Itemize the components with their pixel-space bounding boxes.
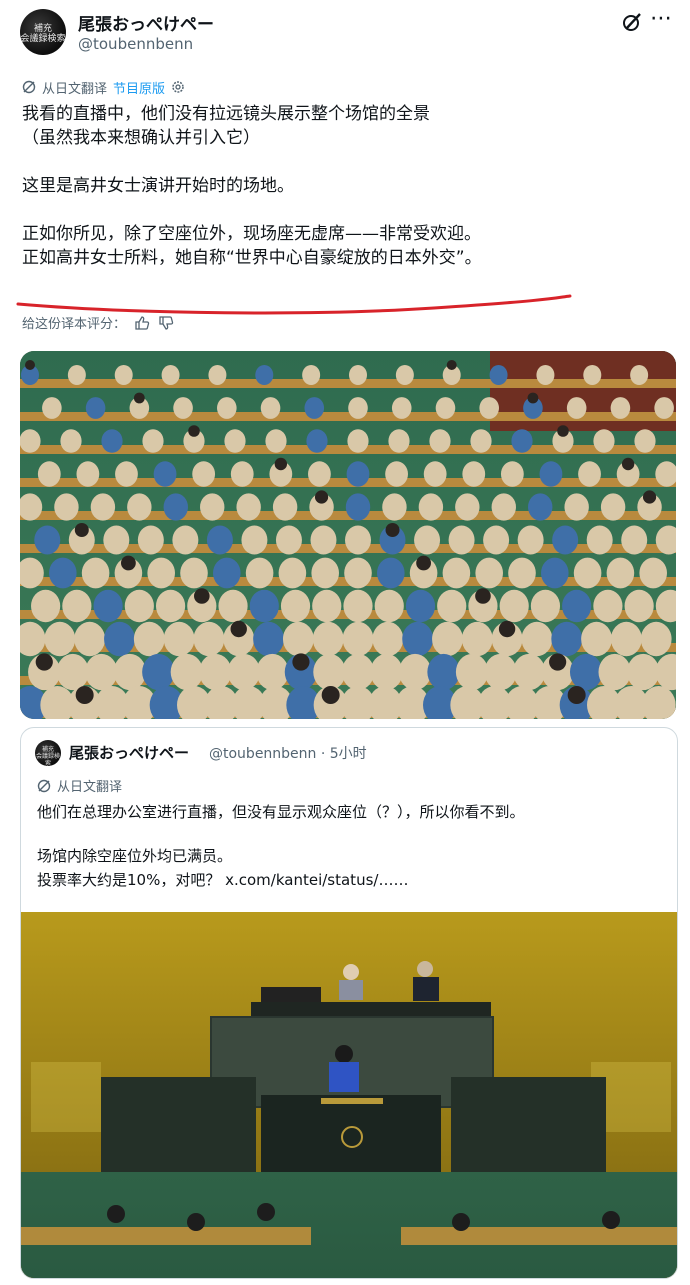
quoted-avatar[interactable]: 補充 会議録検索 — [35, 740, 61, 766]
assembly-hall-image — [20, 351, 676, 719]
quoted-avatar-text: 補充 会議録検索 — [35, 746, 60, 766]
post-line: 我看的直播中，他们没有拉远镜头展示整个场馆的全景 — [22, 104, 430, 124]
quoted-post[interactable]: 補充 会議録検索 尾張おっぺけペー @toubennbenn · 5小时 从日文… — [20, 727, 678, 1279]
quoted-line: 场馆内除空座位外均已满员。 — [37, 847, 233, 865]
post-line: 正如你所见，除了空座位外，现场座无虚席——非常受欢迎。 — [22, 224, 481, 244]
post-body: 我看的直播中，他们没有拉远镜头展示整个场馆的全景 （虽然我本来想确认并引入它） … — [22, 102, 662, 270]
assembly-hall-photo[interactable] — [20, 351, 676, 719]
thumbs-down-icon[interactable] — [158, 315, 174, 331]
edit-icon[interactable] — [620, 10, 644, 34]
author-name[interactable]: 尾張おっぺけペー — [78, 10, 214, 35]
avatar[interactable]: 補充 会議録検索 — [20, 9, 66, 55]
post-header: 補充 会議録検索 尾張おっぺけペー @toubennbenn ⋯ — [0, 0, 690, 70]
translate-icon — [22, 80, 36, 94]
quoted-translation-label: 从日文翻译 — [57, 780, 123, 795]
gear-icon[interactable] — [171, 80, 185, 94]
avatar-text: 補充 会議録検索 — [20, 24, 66, 44]
post-line: 正如高井女士所料，她自称“世界中心自豪绽放的日本外交”。 — [22, 248, 482, 268]
thumbs-up-icon[interactable] — [134, 315, 150, 331]
translation-label: 从日文翻译 — [42, 81, 108, 97]
quoted-author-name[interactable]: 尾張おっぺけペー — [69, 742, 189, 763]
more-icon[interactable]: ⋯ — [650, 8, 676, 34]
author-handle[interactable]: @toubennbenn — [78, 35, 193, 53]
original-link[interactable]: 节目原版 — [113, 78, 165, 97]
quoted-line: 投票率大约是10%，对吧？ x.com/kantei/status/…… — [37, 871, 409, 889]
podium-photo[interactable] — [21, 912, 677, 1278]
translate-icon — [37, 779, 51, 792]
podium-image — [21, 912, 677, 1278]
post-line: 这里是高井女士演讲开始时的场地。 — [22, 176, 294, 196]
quoted-translation-row: 从日文翻译 — [37, 776, 122, 795]
quoted-line: 他们在总理办公室进行直播，但没有显示观众座位（？），所以你看不到。 — [37, 803, 525, 821]
quoted-body: 他们在总理办公室进行直播，但没有显示观众座位（？），所以你看不到。 场馆内除空座… — [37, 800, 657, 892]
post-line: （虽然我本来想确认并引入它） — [22, 128, 260, 148]
quoted-author-handle[interactable]: @toubennbenn · 5小时 — [209, 743, 367, 763]
rating-row: 给这份译本评分： — [22, 313, 174, 332]
translation-row: 从日文翻译 节目原版 — [22, 77, 185, 97]
rating-label: 给这份译本评分： — [22, 317, 127, 332]
